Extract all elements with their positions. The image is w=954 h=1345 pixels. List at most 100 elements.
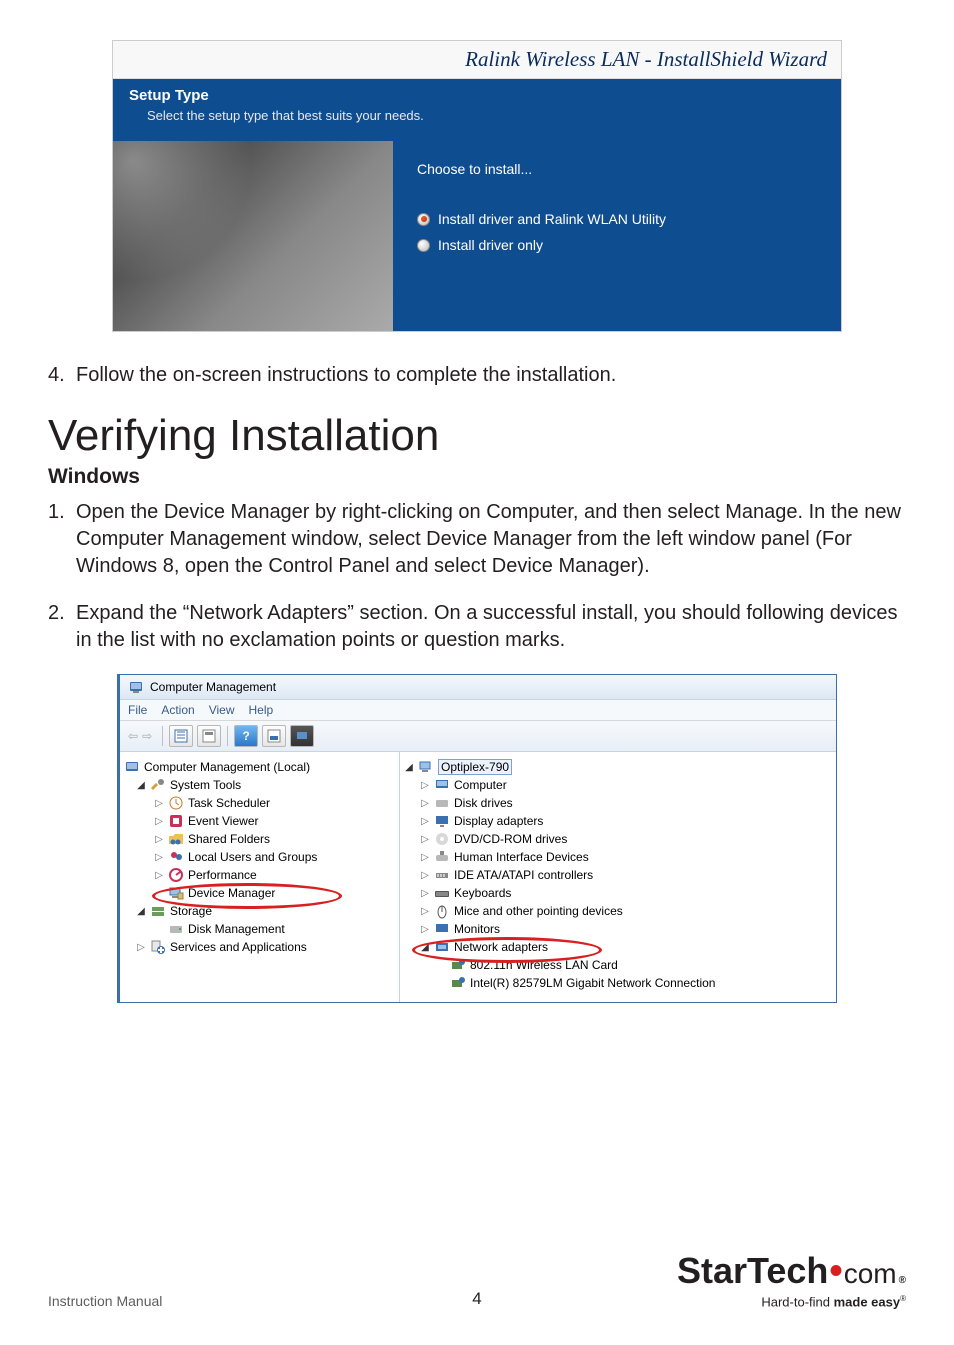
- tree-item-system-tools[interactable]: ◢ System Tools: [124, 776, 395, 794]
- window-titlebar: Computer Management: [120, 675, 836, 700]
- tree-item-display-adapters[interactable]: ▷ Display adapters: [404, 812, 832, 830]
- tree-label: Performance: [188, 868, 257, 882]
- expand-icon[interactable]: ▷: [420, 798, 430, 809]
- expand-icon[interactable]: ▷: [420, 888, 430, 899]
- menu-view[interactable]: View: [209, 703, 235, 717]
- expand-icon[interactable]: ▷: [154, 816, 164, 827]
- menu-action[interactable]: Action: [161, 703, 194, 717]
- forward-icon[interactable]: ⇨: [142, 729, 152, 743]
- radio-label: Install driver and Ralink WLAN Utility: [438, 211, 666, 227]
- help-icon[interactable]: ?: [234, 725, 258, 747]
- expand-icon[interactable]: ▷: [420, 906, 430, 917]
- step-1: 1. Open the Device Manager by right-clic…: [48, 499, 906, 580]
- expand-icon[interactable]: ▷: [420, 852, 430, 863]
- tree-item-disk-drives[interactable]: ▷ Disk drives: [404, 794, 832, 812]
- installer-dialog: Ralink Wireless LAN - InstallShield Wiza…: [112, 40, 842, 332]
- setup-type-subtitle: Select the setup type that best suits yo…: [129, 108, 825, 123]
- footer-manual-label: Instruction Manual: [48, 1293, 162, 1309]
- app-icon: [124, 759, 140, 775]
- toolbar-button[interactable]: [169, 725, 193, 747]
- brand-text: StarTech: [677, 1250, 828, 1292]
- registered-icon: ®: [899, 1275, 906, 1286]
- services-icon: [150, 939, 166, 955]
- tree-item-services-applications[interactable]: ▷ Services and Applications: [124, 938, 395, 956]
- toolbar-button[interactable]: [197, 725, 221, 747]
- hid-icon: [434, 849, 450, 865]
- tree-label: Optiplex-790: [441, 760, 509, 774]
- expand-icon[interactable]: ▷: [420, 924, 430, 935]
- tree-label: DVD/CD-ROM drives: [454, 832, 567, 846]
- tree-item-intel-gigabit[interactable]: Intel(R) 82579LM Gigabit Network Connect…: [404, 974, 832, 992]
- expand-icon[interactable]: ▷: [420, 816, 430, 827]
- expand-icon[interactable]: ▷: [420, 870, 430, 881]
- computer-management-window: Computer Management File Action View Hel…: [117, 674, 837, 1003]
- expand-icon[interactable]: ▷: [154, 870, 164, 881]
- expand-icon[interactable]: ▷: [154, 852, 164, 863]
- radio-install-driver-utility[interactable]: Install driver and Ralink WLAN Utility: [417, 211, 817, 227]
- tools-icon: [150, 777, 166, 793]
- tree-label: Computer Management (Local): [144, 760, 310, 774]
- tree-label: Services and Applications: [170, 940, 307, 954]
- tree-label: Mice and other pointing devices: [454, 904, 623, 918]
- toolbar-button[interactable]: [290, 725, 314, 747]
- tree-label: Shared Folders: [188, 832, 270, 846]
- step-4: 4. Follow the on-screen instructions to …: [48, 362, 906, 389]
- expand-icon[interactable]: ▷: [420, 780, 430, 791]
- app-icon: [128, 679, 144, 695]
- folder-shared-icon: [168, 831, 184, 847]
- radio-install-driver-only[interactable]: Install driver only: [417, 237, 817, 253]
- installer-options: Choose to install... Install driver and …: [393, 141, 841, 331]
- display-icon: [434, 813, 450, 829]
- menu-help[interactable]: Help: [249, 703, 274, 717]
- brand-logo: StarTech•com® Hard-to-find made easy®: [677, 1250, 906, 1309]
- collapse-icon[interactable]: ◢: [136, 906, 146, 917]
- back-icon[interactable]: ⇦: [128, 729, 138, 743]
- brand-dot-icon: •: [829, 1260, 842, 1283]
- tree-label: Computer: [454, 778, 507, 792]
- tree-label: Disk Management: [188, 922, 285, 936]
- tree-item-computer-root[interactable]: ◢ Optiplex-790: [404, 758, 832, 776]
- page-number: 4: [472, 1289, 481, 1309]
- section-heading-windows: Windows: [48, 465, 906, 489]
- collapse-icon[interactable]: ◢: [404, 762, 414, 773]
- tree-item-mice[interactable]: ▷ Mice and other pointing devices: [404, 902, 832, 920]
- expand-icon[interactable]: ▷: [154, 834, 164, 845]
- tree-item-local-users-groups[interactable]: ▷ Local Users and Groups: [124, 848, 395, 866]
- tree-item-hid[interactable]: ▷ Human Interface Devices: [404, 848, 832, 866]
- tree-item-computer-management-local[interactable]: Computer Management (Local): [124, 758, 395, 776]
- computer-icon: [434, 777, 450, 793]
- radio-label: Install driver only: [438, 237, 543, 253]
- window-title: Computer Management: [150, 680, 276, 694]
- tree-item-keyboards[interactable]: ▷ Keyboards: [404, 884, 832, 902]
- expand-icon[interactable]: ▷: [420, 834, 430, 845]
- dvd-icon: [434, 831, 450, 847]
- expand-icon[interactable]: ▷: [136, 942, 146, 953]
- expand-icon[interactable]: ▷: [154, 798, 164, 809]
- tree-item-performance[interactable]: ▷ Performance: [124, 866, 395, 884]
- tree-label: IDE ATA/ATAPI controllers: [454, 868, 593, 882]
- disk-icon: [168, 921, 184, 937]
- tree-label: Intel(R) 82579LM Gigabit Network Connect…: [470, 976, 715, 990]
- tree-label: Task Scheduler: [188, 796, 270, 810]
- tree-item-computer[interactable]: ▷ Computer: [404, 776, 832, 794]
- setup-type-heading: Setup Type: [129, 87, 825, 104]
- toolbar-button[interactable]: [262, 725, 286, 747]
- step-number: 4.: [48, 362, 76, 389]
- step-2: 2. Expand the “Network Adapters” section…: [48, 600, 906, 654]
- page-title: Verifying Installation: [48, 411, 906, 461]
- tree-item-disk-management[interactable]: Disk Management: [124, 920, 395, 938]
- keyboard-icon: [434, 885, 450, 901]
- tree-item-event-viewer[interactable]: ▷ Event Viewer: [124, 812, 395, 830]
- tree-item-dvd-drives[interactable]: ▷ DVD/CD-ROM drives: [404, 830, 832, 848]
- tree-label: Event Viewer: [188, 814, 258, 828]
- event-icon: [168, 813, 184, 829]
- radio-icon: [417, 239, 430, 252]
- menubar: File Action View Help: [120, 700, 836, 721]
- tree-item-task-scheduler[interactable]: ▷ Task Scheduler: [124, 794, 395, 812]
- tree-item-monitors[interactable]: ▷ Monitors: [404, 920, 832, 938]
- collapse-icon[interactable]: ◢: [136, 780, 146, 791]
- installer-header: Setup Type Select the setup type that be…: [113, 79, 841, 141]
- tree-item-ide-controllers[interactable]: ▷ IDE ATA/ATAPI controllers: [404, 866, 832, 884]
- tree-item-shared-folders[interactable]: ▷ Shared Folders: [124, 830, 395, 848]
- menu-file[interactable]: File: [128, 703, 147, 717]
